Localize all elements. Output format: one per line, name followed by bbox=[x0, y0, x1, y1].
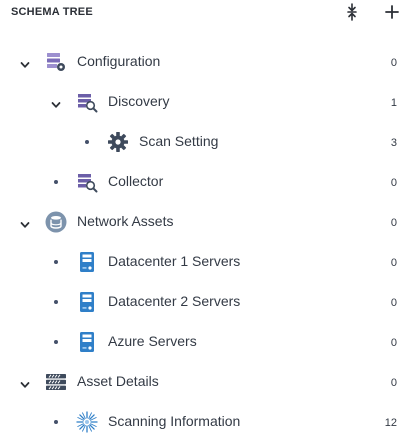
collapse-all-button[interactable] bbox=[343, 3, 361, 21]
tree-item-label: Azure Servers bbox=[108, 333, 197, 349]
tree-item[interactable]: Collector 0 bbox=[0, 162, 412, 202]
database-icon bbox=[45, 211, 67, 233]
tree-item[interactable]: Azure Servers 0 bbox=[0, 322, 412, 362]
bullet-icon bbox=[54, 300, 58, 304]
server-icon bbox=[76, 291, 98, 313]
bullet-icon bbox=[85, 140, 89, 144]
tree-item-label: Scanning Information bbox=[108, 413, 241, 429]
panel-title: SCHEMA TREE bbox=[11, 6, 93, 18]
chevron-down-icon[interactable] bbox=[20, 220, 30, 230]
tree-item-label: Scan Setting bbox=[139, 133, 219, 149]
bullet-icon bbox=[54, 420, 58, 424]
chevron-down-icon[interactable] bbox=[20, 60, 30, 70]
tree-item[interactable]: Datacenter 2 Servers 0 bbox=[0, 282, 412, 322]
tree-item[interactable]: Scanning Information 12 bbox=[0, 402, 412, 442]
tree-item-count: 0 bbox=[390, 337, 397, 349]
tree-item-count: 0 bbox=[390, 217, 397, 229]
rack-icon bbox=[45, 371, 67, 393]
tree-item-count: 0 bbox=[390, 297, 397, 309]
collector-icon bbox=[76, 171, 98, 193]
tree-item[interactable]: Configuration 0 bbox=[0, 42, 412, 82]
tree-item-count: 1 bbox=[390, 97, 397, 109]
tree-item-label: Discovery bbox=[108, 93, 170, 109]
scan-burst-icon bbox=[76, 411, 98, 433]
schema-tree-panel: SCHEMA TREE Configuration 0 Discovery 1 Scan… bbox=[0, 0, 412, 439]
chevron-down-icon[interactable] bbox=[20, 380, 30, 390]
server-icon bbox=[76, 251, 98, 273]
tree-item-count: 0 bbox=[390, 377, 397, 389]
tree-item[interactable]: Scan Setting 3 bbox=[0, 122, 412, 162]
gear-icon bbox=[107, 131, 129, 153]
bullet-icon bbox=[54, 180, 58, 184]
plus-icon bbox=[385, 5, 399, 19]
tree-item-label: Network Assets bbox=[77, 213, 174, 229]
expand-toggle[interactable] bbox=[20, 57, 30, 70]
tree-item-count: 0 bbox=[390, 177, 397, 189]
expand-toggle[interactable] bbox=[20, 377, 30, 390]
tree-item-label: Collector bbox=[108, 173, 164, 189]
tree-item[interactable]: Network Assets 0 bbox=[0, 202, 412, 242]
expand-toggle[interactable] bbox=[51, 97, 61, 110]
tree-item-count: 0 bbox=[390, 57, 397, 69]
tree-item-label: Configuration bbox=[77, 53, 161, 69]
bullet-icon bbox=[54, 340, 58, 344]
panel-header: SCHEMA TREE bbox=[0, 0, 412, 26]
add-button[interactable] bbox=[383, 3, 401, 21]
tree-item-count: 0 bbox=[390, 257, 397, 269]
config-icon bbox=[45, 51, 67, 73]
tree-item-label: Asset Details bbox=[77, 373, 159, 389]
discovery-icon bbox=[76, 91, 98, 113]
tree-item[interactable]: Discovery 1 bbox=[0, 82, 412, 122]
tree-item-label: Datacenter 1 Servers bbox=[108, 253, 241, 269]
tree-item[interactable]: Datacenter 1 Servers 0 bbox=[0, 242, 412, 282]
collapse-all-icon bbox=[347, 3, 357, 21]
tree-item-label: Datacenter 2 Servers bbox=[108, 293, 241, 309]
server-icon bbox=[76, 331, 98, 353]
chevron-down-icon[interactable] bbox=[51, 100, 61, 110]
expand-toggle[interactable] bbox=[20, 217, 30, 230]
tree-item-count: 3 bbox=[390, 137, 397, 149]
bullet-icon bbox=[54, 260, 58, 264]
tree-item[interactable]: Asset Details 0 bbox=[0, 362, 412, 402]
tree-item-count: 12 bbox=[384, 417, 397, 429]
